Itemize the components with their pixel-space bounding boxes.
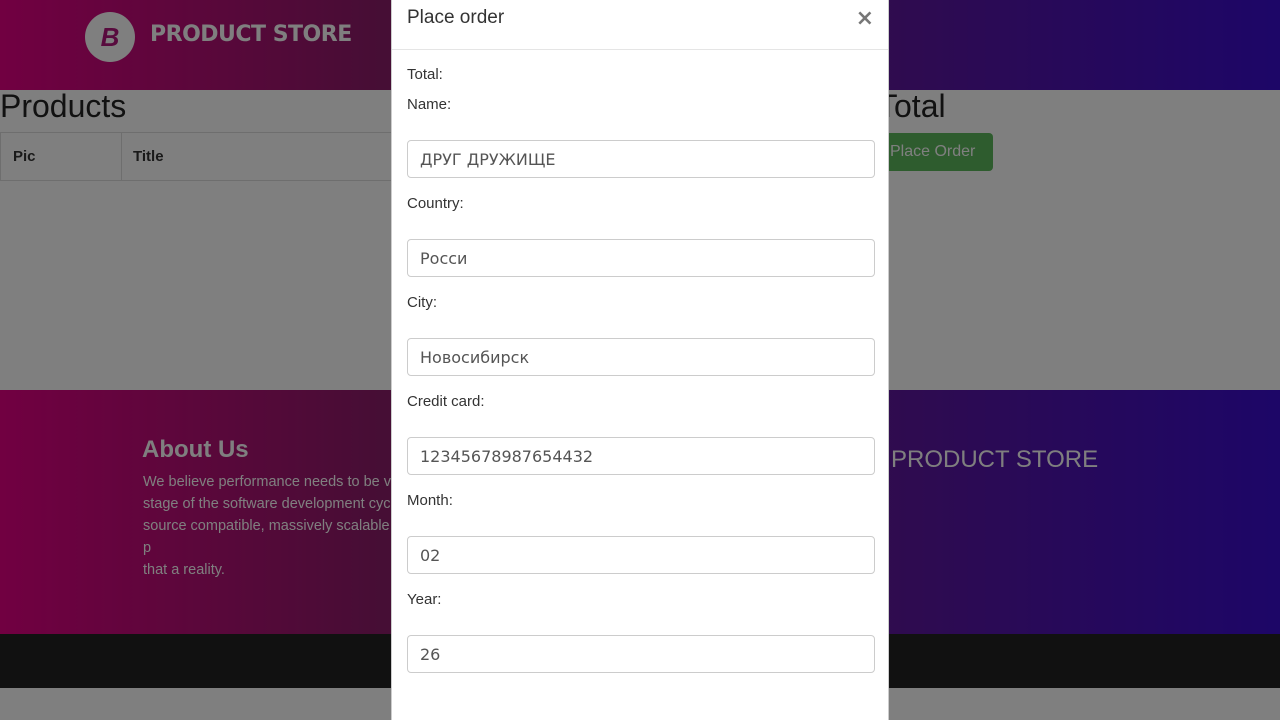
month-field[interactable] xyxy=(407,536,875,574)
country-label: Country: xyxy=(407,195,464,212)
modal-header: Place order × xyxy=(392,0,888,50)
place-order-modal: Place order × Total: Name: Country: City… xyxy=(391,0,889,720)
credit-card-field[interactable] xyxy=(407,437,875,475)
country-field[interactable] xyxy=(407,239,875,277)
city-field[interactable] xyxy=(407,338,875,376)
city-label: City: xyxy=(407,294,437,311)
month-label: Month: xyxy=(407,492,453,509)
total-label: Total: xyxy=(407,66,443,83)
modal-title: Place order xyxy=(407,7,505,28)
name-field[interactable] xyxy=(407,140,875,178)
name-label: Name: xyxy=(407,96,452,113)
close-icon[interactable]: × xyxy=(856,6,874,31)
year-label: Year: xyxy=(407,591,442,608)
credit-card-label: Credit card: xyxy=(407,393,485,410)
year-field[interactable] xyxy=(407,635,875,673)
